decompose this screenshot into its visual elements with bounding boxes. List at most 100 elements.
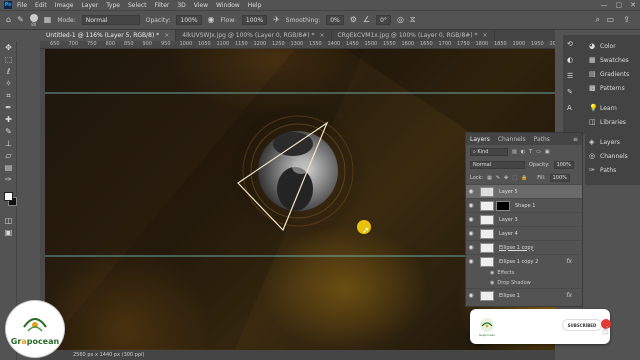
panel-color[interactable]: ◕ Color <box>589 43 616 51</box>
tab-channels[interactable]: Channels <box>498 136 526 143</box>
effects-row[interactable]: ◉ Effects <box>466 268 582 278</box>
brush-tool-icon[interactable]: ✎ <box>17 16 24 24</box>
filter-adjust-icon[interactable]: ◐ <box>521 149 525 155</box>
menu-help[interactable]: Help <box>248 2 262 9</box>
search-icon[interactable]: ⌕ <box>596 16 600 24</box>
panel-patterns[interactable]: ▩ Patterns <box>589 85 625 93</box>
close-tab-icon[interactable]: × <box>320 32 325 39</box>
marquee-tool-icon[interactable]: ⬚ <box>3 55 14 65</box>
close-tab-icon[interactable]: × <box>483 32 488 39</box>
lock-all-icon[interactable]: 🔒 <box>521 175 527 181</box>
properties-icon[interactable]: ☰ <box>567 73 574 80</box>
menu-image[interactable]: Image <box>55 2 74 9</box>
eyedropper-tool-icon[interactable]: ✒ <box>3 103 14 113</box>
home-icon[interactable]: ⌂ <box>6 16 11 24</box>
brush-tool-icon[interactable]: ✎ <box>3 127 14 137</box>
filter-pixel-icon[interactable]: ▨ <box>512 149 517 155</box>
character-icon[interactable]: A <box>567 105 574 112</box>
visibility-eye-icon[interactable]: ◉ <box>466 244 476 251</box>
crop-tool-icon[interactable]: ⌗ <box>3 91 14 101</box>
symmetry-icon[interactable]: ⧖ <box>410 16 416 24</box>
layer-row-layer-3[interactable]: ◉ Layer 3 <box>466 212 582 226</box>
screen-mode-icon[interactable]: ▣ <box>3 228 14 238</box>
pressure-opacity-icon[interactable]: ◉ <box>208 16 215 24</box>
maximize-icon[interactable]: ▢ <box>616 1 623 9</box>
mode-select[interactable]: Normal <box>81 15 140 25</box>
opacity-field[interactable]: 100% <box>176 15 202 25</box>
flow-field[interactable]: 100% <box>241 15 268 25</box>
move-tool-icon[interactable]: ✥ <box>3 43 14 53</box>
lock-artboard-icon[interactable]: ⬚ <box>512 175 517 181</box>
pressure-size-icon[interactable]: ◎ <box>397 16 404 24</box>
tab-layers[interactable]: Layers <box>470 136 490 143</box>
visibility-eye-icon[interactable]: ◉ <box>490 280 494 286</box>
angle-field[interactable]: 0° <box>376 15 391 25</box>
visibility-eye-icon[interactable]: ◉ <box>490 270 494 276</box>
blend-mode-select[interactable]: Normal <box>470 160 525 169</box>
visibility-eye-icon[interactable]: ◉ <box>466 202 476 209</box>
tab-crgekcvm1x[interactable]: CRgEkCVM1x.jpg @ 100% (Layer 0, RGB/8#) … <box>332 30 495 41</box>
gradient-tool-icon[interactable]: ▤ <box>3 163 14 173</box>
close-tab-icon[interactable]: × <box>164 32 169 39</box>
panel-gradients[interactable]: ▤ Gradients <box>589 71 629 79</box>
tab-paths[interactable]: Paths <box>534 136 550 143</box>
minimize-icon[interactable]: — <box>601 1 608 9</box>
subscribed-button[interactable]: SUBSCRIBED <box>562 319 602 331</box>
brush-preset-picker[interactable]: 80 <box>29 13 38 27</box>
menu-layer[interactable]: Layer <box>81 2 98 9</box>
drop-shadow-row[interactable]: ◉ Drop Shadow <box>466 278 582 288</box>
foreground-color-swatch[interactable] <box>4 192 13 201</box>
lock-position-icon[interactable]: ✥ <box>504 175 508 181</box>
workspace-icon[interactable]: ▭ <box>606 16 614 24</box>
eraser-tool-icon[interactable]: ▱ <box>3 151 14 161</box>
menu-edit[interactable]: Edit <box>35 2 47 9</box>
visibility-eye-icon[interactable]: ◉ <box>466 188 476 195</box>
lock-transparent-icon[interactable]: ▦ <box>487 175 492 181</box>
lasso-tool-icon[interactable]: ℓ <box>3 67 14 77</box>
adjustments-icon[interactable]: ◐ <box>567 57 574 64</box>
panel-menu-icon[interactable]: ≡ <box>573 136 578 143</box>
airbrush-icon[interactable]: ✈ <box>273 16 280 24</box>
filter-type-icon[interactable]: T <box>529 149 532 155</box>
photoshop-logo[interactable]: Ps <box>4 1 12 9</box>
visibility-eye-icon[interactable]: ◉ <box>466 216 476 223</box>
top-ruler[interactable]: 650 700 750 800 850 900 950 1000 1050 1100 1150 120… <box>40 41 555 49</box>
close-icon[interactable]: ✕ <box>630 1 636 9</box>
tab-4lkuvswjx[interactable]: 4lkUVSWJx.jpg @ 100% (Layer 0, RGB/8#) *… <box>176 30 332 41</box>
menu-file[interactable]: File <box>17 2 27 9</box>
layer-row-ellipse-1-copy-2[interactable]: ◉ Ellipse 1 copy 2 fx <box>466 254 582 268</box>
panel-paths[interactable]: ✑ Paths <box>589 167 616 175</box>
layer-fx-badge[interactable]: fx <box>566 258 572 265</box>
panel-libraries[interactable]: ◫ Libraries <box>589 119 626 127</box>
pen-tool-icon[interactable]: ✑ <box>3 175 14 185</box>
layer-row-shape-1[interactable]: ◉ Shape 1 <box>466 198 582 212</box>
clone-stamp-tool-icon[interactable]: ⊥ <box>3 139 14 149</box>
panel-layers[interactable]: ◈ Layers <box>589 139 620 147</box>
smoothing-options-icon[interactable]: ⚙ <box>350 16 357 24</box>
filter-shape-icon[interactable]: ▭ <box>536 149 541 155</box>
menu-view[interactable]: View <box>194 2 208 9</box>
tab-untitled-1[interactable]: Untitled-1 @ 116% (Layer 5, RGB/8) * × <box>40 30 177 41</box>
share-icon[interactable]: ⇪ <box>623 16 630 24</box>
visibility-eye-icon[interactable]: ◉ <box>466 258 476 265</box>
visibility-eye-icon[interactable]: ◉ <box>466 292 476 299</box>
kind-filter-select[interactable]: ⌕ Kind <box>470 147 508 156</box>
quick-mask-icon[interactable]: ◫ <box>3 216 14 226</box>
menu-3d[interactable]: 3D <box>177 2 185 9</box>
menu-filter[interactable]: Filter <box>155 2 170 9</box>
fill-field[interactable]: 100% <box>549 173 570 182</box>
panel-learn[interactable]: 💡 Learn <box>589 105 617 113</box>
layer-row-layer-4[interactable]: ◉ Layer 4 <box>466 226 582 240</box>
smoothing-field[interactable]: 0% <box>326 15 344 25</box>
layer-fx-badge[interactable]: fx <box>566 292 572 299</box>
filter-smart-icon[interactable]: ▣ <box>545 149 550 155</box>
layer-opacity-field[interactable]: 100% <box>553 160 574 169</box>
history-icon[interactable]: ⟲ <box>567 41 574 48</box>
layer-row-ellipse-1[interactable]: ◉ Ellipse 1 fx <box>466 288 582 302</box>
healing-brush-tool-icon[interactable]: ✚ <box>3 115 14 125</box>
layer-row-layer-5[interactable]: ◉ Layer 5 <box>466 184 582 198</box>
layer-row-ellipse-1-copy[interactable]: ◉ Ellipse 1 copy <box>466 240 582 254</box>
menu-select[interactable]: Select <box>128 2 147 9</box>
panel-channels[interactable]: ◎ Channels <box>589 153 628 161</box>
brush-settings-icon[interactable]: ▦ <box>44 16 52 24</box>
